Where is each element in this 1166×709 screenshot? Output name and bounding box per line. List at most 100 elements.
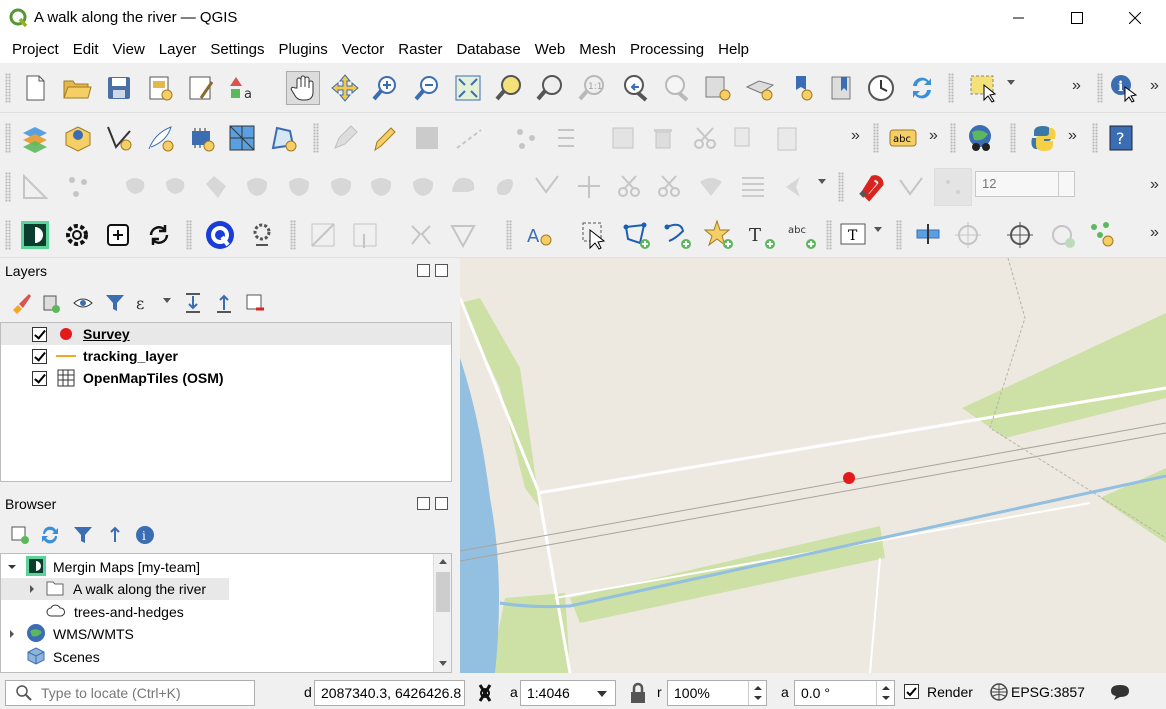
- add-line-annotation-button[interactable]: [660, 218, 694, 252]
- toolbar-grip[interactable]: [5, 73, 11, 103]
- show-hide-labels-button[interactable]: [951, 218, 985, 252]
- mergin-sync-button[interactable]: [142, 218, 176, 252]
- style-layer-button[interactable]: [4, 286, 38, 320]
- current-edits-button[interactable]: [328, 121, 362, 155]
- vertex-tool-button[interactable]: [510, 121, 544, 155]
- add-group-button[interactable]: [34, 286, 68, 320]
- render-checkbox[interactable]: [904, 684, 919, 699]
- attribute-table-button[interactable]: [606, 121, 640, 155]
- show-spatial-bookmarks-button[interactable]: [743, 71, 777, 105]
- expression-dropdown-icon[interactable]: [163, 298, 171, 303]
- menu-web[interactable]: Web: [528, 36, 573, 63]
- toolbar-overflow-chevron-icon[interactable]: »: [1150, 224, 1159, 242]
- advanced-digitizing-button[interactable]: [18, 170, 52, 204]
- help-button[interactable]: ?: [1104, 121, 1138, 155]
- rotate-feature-button[interactable]: [118, 170, 152, 204]
- add-curved-text-button[interactable]: abc: [785, 218, 819, 252]
- identify-features-button[interactable]: i: [1107, 71, 1141, 105]
- messages-button[interactable]: [1109, 683, 1131, 704]
- scale-combobox[interactable]: 1:4046: [520, 680, 616, 706]
- float-panel-icon[interactable]: [417, 497, 430, 510]
- delete-part-button[interactable]: [364, 170, 398, 204]
- trim-extend-button[interactable]: [530, 170, 564, 204]
- annotation-4-button[interactable]: [446, 218, 480, 252]
- menu-layer[interactable]: Layer: [152, 36, 204, 63]
- chevron-down-icon[interactable]: [6, 561, 18, 573]
- temporal-controller-button[interactable]: [864, 71, 898, 105]
- cut-features-button[interactable]: [688, 121, 722, 155]
- zoom-in-button[interactable]: [368, 71, 402, 105]
- add-marker-annotation-button[interactable]: [702, 218, 736, 252]
- toolbar-grip[interactable]: [826, 220, 832, 250]
- add-feature-button[interactable]: [452, 121, 486, 155]
- browser-item-wms-wmts[interactable]: WMS/WMTS: [6, 623, 134, 645]
- float-panel-icon[interactable]: [417, 264, 430, 277]
- zoom-out-button[interactable]: [410, 71, 444, 105]
- new-geopackage-layer-button[interactable]: [60, 121, 94, 155]
- add-selected-layers-button[interactable]: [3, 518, 37, 552]
- merge-attributes-button[interactable]: [694, 170, 728, 204]
- toolbar-grip[interactable]: [186, 220, 192, 250]
- style-manager-button[interactable]: a: [225, 71, 259, 105]
- menu-plugins[interactable]: Plugins: [272, 36, 335, 63]
- layer-visibility-checkbox[interactable]: [32, 370, 47, 386]
- rotation-spinbox[interactable]: 0.0 °: [794, 680, 895, 706]
- filter-by-expression-button[interactable]: ε: [128, 286, 162, 320]
- coordinate-field[interactable]: 2087340.3, 6426426.8: [314, 680, 465, 706]
- spinbox-arrows-icon[interactable]: [1058, 172, 1074, 196]
- pan-to-selection-button[interactable]: [328, 71, 362, 105]
- zoom-next-button[interactable]: [658, 71, 692, 105]
- survey-point[interactable]: [843, 472, 855, 484]
- split-features-button[interactable]: [572, 170, 606, 204]
- digitize-dropdown-icon[interactable]: [818, 179, 826, 184]
- browser-refresh-button[interactable]: [33, 518, 67, 552]
- modify-attributes-button[interactable]: [552, 121, 586, 155]
- annotation-2-button[interactable]: [348, 218, 382, 252]
- toolbar-grip[interactable]: [896, 220, 902, 250]
- toolbar-overflow-chevron-icon[interactable]: »: [929, 127, 938, 145]
- toolbar-grip[interactable]: [5, 123, 11, 153]
- menu-settings[interactable]: Settings: [203, 36, 271, 63]
- mergin-settings-button[interactable]: [60, 218, 94, 252]
- zoom-full-button[interactable]: [451, 71, 485, 105]
- browser-item-trees-and-hedges[interactable]: trees-and-hedges: [46, 601, 184, 623]
- menu-mesh[interactable]: Mesh: [572, 36, 623, 63]
- new-3d-map-button[interactable]: [785, 71, 819, 105]
- lock-scale-button[interactable]: [628, 682, 648, 707]
- layer-item-survey[interactable]: Survey: [1, 323, 451, 345]
- python-console-button[interactable]: [1026, 121, 1060, 155]
- browser-scrollbar[interactable]: [433, 554, 451, 672]
- toolbar-grip[interactable]: [950, 123, 956, 153]
- layer-visibility-checkbox[interactable]: [32, 348, 47, 364]
- browser-properties-button[interactable]: i: [128, 518, 162, 552]
- toolbar-grip[interactable]: [290, 220, 296, 250]
- layer-item-openmaptiles[interactable]: OpenMapTiles (OSM): [1, 367, 451, 389]
- toolbar-overflow-chevron-icon[interactable]: »: [1150, 176, 1159, 194]
- layer-item-tracking-layer[interactable]: tracking_layer: [1, 345, 451, 367]
- toggle-editing-button[interactable]: [368, 121, 402, 155]
- menu-raster[interactable]: Raster: [391, 36, 449, 63]
- split-parts-button[interactable]: [612, 170, 646, 204]
- zoom-native-button[interactable]: 1:1: [575, 71, 609, 105]
- text-annotation-button[interactable]: T: [836, 218, 870, 252]
- toolbar-grip[interactable]: [838, 172, 844, 202]
- toolbar-grip[interactable]: [313, 123, 319, 153]
- layout-manager-button[interactable]: [184, 71, 218, 105]
- offset-point-symbols-button[interactable]: [778, 170, 812, 204]
- toolbar-grip[interactable]: [506, 220, 512, 250]
- new-spatialite-layer-button[interactable]: [143, 121, 177, 155]
- toolbar-overflow-chevron-icon[interactable]: »: [1072, 77, 1081, 95]
- chevron-down-icon[interactable]: [597, 691, 607, 697]
- toolbar-overflow-chevron-icon[interactable]: »: [1068, 127, 1077, 145]
- snapping-tolerance-spinbox[interactable]: 12: [975, 171, 1075, 197]
- manage-visibility-button[interactable]: [66, 286, 100, 320]
- toolbar-grip[interactable]: [1010, 123, 1016, 153]
- annotation-1-button[interactable]: [306, 218, 340, 252]
- chevron-right-icon[interactable]: [26, 583, 38, 595]
- move-feature-button[interactable]: [62, 170, 96, 204]
- save-layer-edits-button[interactable]: [410, 121, 444, 155]
- delete-ring-button[interactable]: [324, 170, 358, 204]
- menu-edit[interactable]: Edit: [66, 36, 106, 63]
- spinbox-arrows-icon[interactable]: [876, 681, 894, 705]
- toolbar-grip[interactable]: [948, 73, 954, 103]
